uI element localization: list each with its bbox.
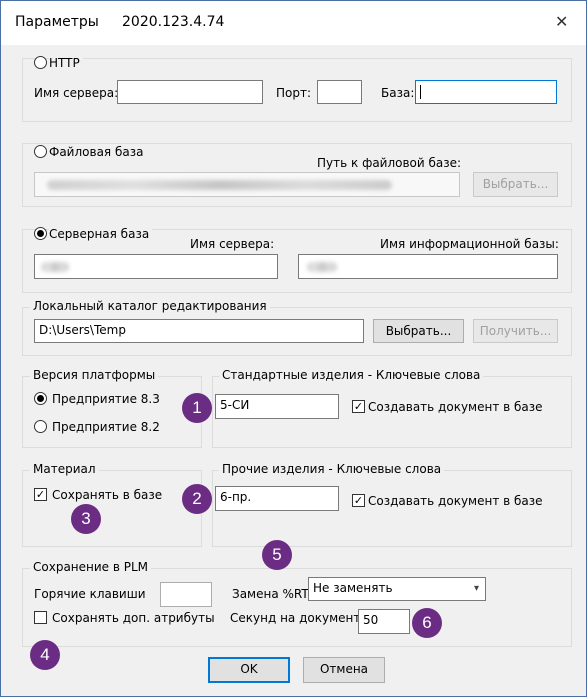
close-icon[interactable]: ✕ [555,12,568,31]
plm-group [22,568,572,647]
http-base-input[interactable] [415,80,557,104]
annotation-badge-1: 1 [182,393,212,423]
ib-name-input[interactable] [298,254,558,279]
local-get-button[interactable]: Получить... [473,319,558,343]
standard-create-checkbox[interactable]: ✓ [352,400,365,413]
http-server-label: Имя сервера: [34,86,119,100]
replace-rt-value: Не заменять [313,581,393,595]
platform-group [22,376,202,448]
title-bar: Параметры 2020.123.4.74 ✕ [1,1,586,45]
cancel-button[interactable]: Отмена [303,657,385,683]
material-legend: Материал [30,462,99,476]
plm-legend: Сохранение в PLM [30,560,152,574]
replace-rt-select[interactable]: Не заменять ▾ [308,577,486,601]
save-attrs-checkbox[interactable] [34,611,47,624]
local-catalog-legend: Локальный каталог редактирования [30,299,270,313]
redacted-path [47,180,392,190]
other-create-label: Создавать документ в базе [368,494,543,508]
annotation-badge-3: 3 [71,504,101,534]
annotation-badge-2: 2 [182,484,212,514]
seconds-label: Секунд на документ [230,611,361,625]
other-create-checkbox[interactable]: ✓ [352,494,365,507]
redacted-ib [307,262,337,272]
server-base-label: Серверная база [49,227,153,241]
window-version: 2020.123.4.74 [122,14,225,30]
window-title: Параметры [15,14,99,30]
file-base-label: Файловая база [49,145,147,159]
annotation-badge-6: 6 [412,608,442,638]
chevron-down-icon: ▾ [473,583,479,594]
server-base-radio[interactable] [34,227,47,240]
redacted-server [41,262,69,272]
file-base-radio[interactable] [34,145,47,158]
ib-name-label: Имя информационной базы: [380,237,559,251]
annotation-badge-5: 5 [262,540,292,570]
file-path-label: Путь к файловой базе: [317,156,462,170]
standard-keyword-input[interactable]: 5-СИ [215,394,339,419]
hotkeys-label: Горячие клавиши [34,587,146,601]
standard-create-label: Создавать документ в базе [368,400,543,414]
platform-82-label: Предприятие 8.2 [52,420,160,434]
material-save-checkbox[interactable]: ✓ [34,488,47,501]
http-port-label: Порт: [276,86,312,100]
http-port-input[interactable] [317,80,362,104]
save-attrs-label: Сохранять доп. атрибуты [52,611,215,625]
file-choose-button[interactable]: Выбрать... [473,172,558,197]
platform-82-radio[interactable] [34,420,47,433]
http-radio[interactable] [34,56,47,69]
material-save-label: Сохранять в базе [52,488,163,502]
platform-83-radio[interactable] [34,392,47,405]
ok-button[interactable]: OK [208,657,290,683]
seconds-input[interactable]: 50 [358,609,410,634]
platform-83-label: Предприятие 8.3 [52,392,160,406]
other-legend: Прочие изделия - Ключевые слова [219,462,445,476]
hotkeys-input[interactable] [160,582,212,607]
server-name-input[interactable] [34,254,278,279]
file-path-input[interactable] [34,172,460,197]
local-choose-button[interactable]: Выбрать... [373,319,464,343]
http-server-input[interactable] [117,80,263,104]
replace-rt-label: Замена %RT [232,587,309,601]
other-keyword-input[interactable]: 6-пр. [215,486,339,511]
text-cursor-icon [420,84,421,99]
material-group [22,470,202,547]
annotation-badge-4: 4 [30,640,60,670]
standard-legend: Стандартные изделия - Ключевые слова [219,368,484,382]
server-name-label: Имя сервера: [190,237,275,251]
http-base-label: База: [381,86,415,100]
local-catalog-input[interactable]: D:\Users\Temp [34,319,364,343]
platform-legend: Версия платформы [30,368,159,382]
http-label: HTTP [49,56,83,70]
